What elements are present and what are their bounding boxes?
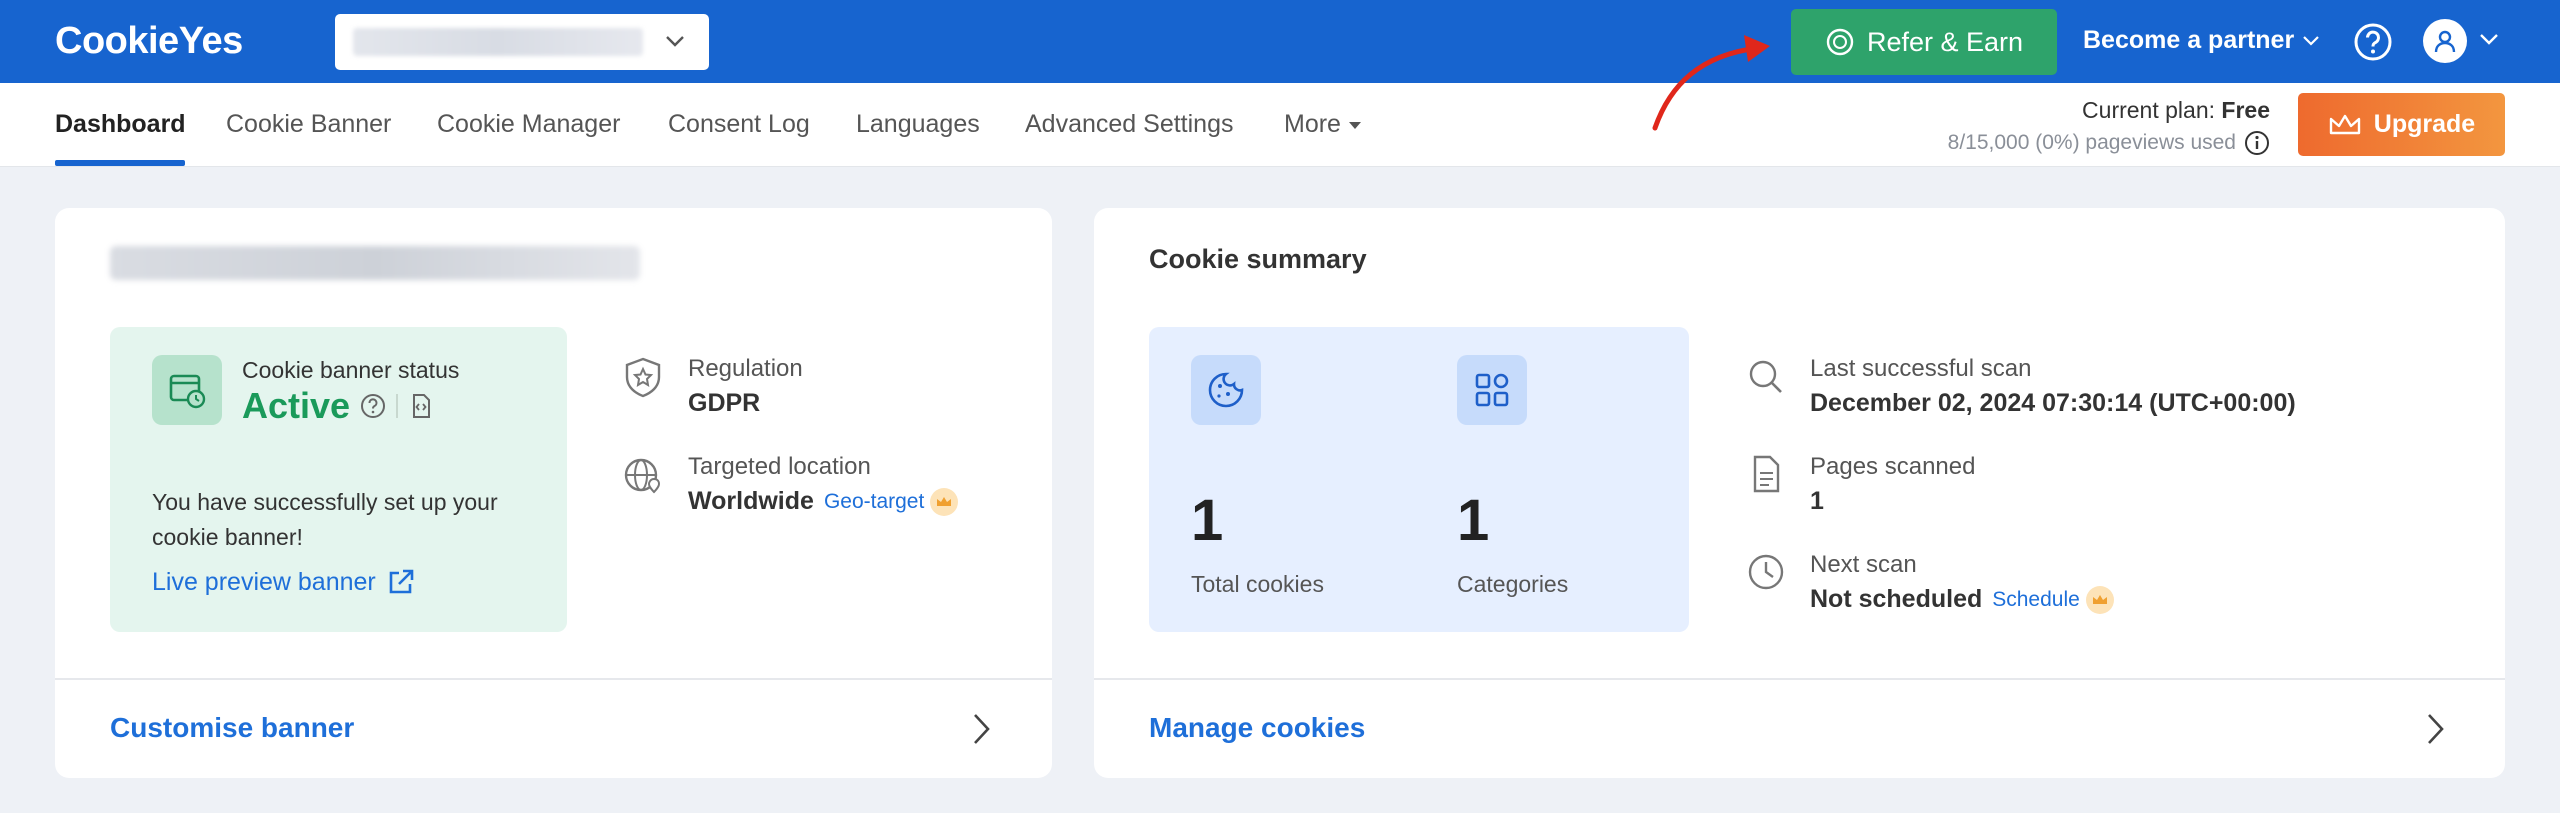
- pageviews-usage-text: 8/15,000 (0%) pageviews used: [1947, 131, 2236, 154]
- external-link-icon: [389, 569, 414, 594]
- customise-banner-link[interactable]: Customise banner: [110, 712, 354, 744]
- chevron-down-icon[interactable]: [2479, 32, 2499, 46]
- refer-and-earn-button[interactable]: Refer & Earn: [1791, 9, 2057, 75]
- chevron-down-icon: [666, 36, 684, 47]
- grid-categories-icon: [1475, 373, 1509, 407]
- last-scan-row: Last successful scan December 02, 2024 0…: [1746, 355, 2296, 418]
- current-plan-name: Free: [2221, 97, 2270, 123]
- targeted-location-row: Targeted location Worldwide Geo-target: [622, 453, 959, 516]
- targeted-location-value: Worldwide Geo-target: [688, 487, 959, 516]
- website-selector[interactable]: [335, 14, 709, 70]
- next-scan-row: Next scan Not scheduled Schedule: [1746, 551, 2114, 614]
- geo-target-link[interactable]: Geo-target: [823, 487, 959, 516]
- current-plan-line: Current plan: Free: [1860, 97, 2270, 124]
- schedule-label: Schedule: [1992, 587, 2080, 611]
- user-avatar[interactable]: [2423, 19, 2467, 63]
- browser-clock-icon: [169, 374, 206, 409]
- upgrade-label: Upgrade: [2373, 110, 2476, 138]
- cookie-stats-panel: 1 Total cookies 1 Categories: [1149, 327, 1689, 632]
- help-icon[interactable]: [2353, 22, 2393, 62]
- banner-status-icon-box: [152, 355, 222, 425]
- document-icon: [1753, 455, 1780, 493]
- cookie-icon-box: [1191, 355, 1261, 425]
- targeted-location-label: Targeted location: [688, 453, 871, 480]
- chevron-right-icon[interactable]: [2424, 711, 2448, 747]
- live-preview-banner-label: Live preview banner: [152, 567, 376, 596]
- regulation-value: GDPR: [688, 389, 761, 417]
- become-partner-label: Become a partner: [2083, 26, 2295, 54]
- banner-status-label: Cookie banner status: [242, 357, 460, 383]
- categories-value: 1: [1457, 488, 1490, 553]
- tab-languages[interactable]: Languages: [856, 110, 980, 139]
- top-bar: CookieYes Refer & Earn Become a partner: [0, 0, 2560, 83]
- chevron-right-icon[interactable]: [970, 711, 994, 747]
- premium-crown-icon: [930, 487, 959, 516]
- cookieyes-logo[interactable]: CookieYes: [55, 20, 243, 63]
- tab-dashboard[interactable]: Dashboard: [55, 110, 186, 139]
- geo-target-label: Geo-target: [823, 489, 925, 513]
- manage-cookies-link[interactable]: Manage cookies: [1149, 712, 1365, 744]
- last-scan-value: December 02, 2024 07:30:14 (UTC+00:00): [1810, 389, 2296, 417]
- website-name-redacted: [353, 28, 643, 56]
- cookie-summary-card: Cookie summary 1 Total cookies 1 Categor…: [1094, 208, 2505, 778]
- tab-consent-log[interactable]: Consent Log: [668, 110, 810, 139]
- current-plan-label: Current plan:: [2082, 97, 2222, 123]
- next-scan-text: Not scheduled: [1810, 585, 1983, 613]
- shield-star-icon: [625, 357, 661, 398]
- categories-icon-box: [1457, 355, 1527, 425]
- upgrade-button[interactable]: Upgrade: [2298, 93, 2505, 156]
- gift-coin-icon: [1826, 28, 1854, 56]
- card-divider: [1094, 678, 2505, 680]
- pages-scanned-row: Pages scanned 1: [1746, 453, 1975, 516]
- pages-scanned-label: Pages scanned: [1810, 453, 1976, 480]
- total-cookies-label: Total cookies: [1191, 571, 1324, 597]
- user-icon: [2434, 30, 2456, 53]
- clock-icon: [1748, 554, 1784, 590]
- cookie-icon: [1208, 372, 1244, 408]
- info-icon[interactable]: [2244, 130, 2270, 156]
- search-icon: [1749, 360, 1782, 393]
- targeted-location-text: Worldwide: [688, 487, 814, 515]
- pageviews-usage: 8/15,000 (0%) pageviews used: [1860, 130, 2270, 156]
- schedule-link[interactable]: Schedule: [1992, 585, 2114, 614]
- question-circle-icon[interactable]: [360, 393, 386, 419]
- next-scan-value: Not scheduled Schedule: [1810, 585, 2114, 614]
- total-cookies-value: 1: [1191, 488, 1224, 553]
- banner-status-text: Active: [242, 385, 351, 426]
- chevron-down-icon: [2303, 35, 2319, 46]
- tab-advanced-settings[interactable]: Advanced Settings: [1025, 110, 1233, 139]
- regulation-label: Regulation: [688, 355, 803, 382]
- categories-label: Categories: [1457, 571, 1569, 597]
- crown-icon: [2329, 114, 2360, 134]
- premium-crown-icon: [2085, 585, 2114, 614]
- refer-and-earn-label: Refer & Earn: [1866, 26, 2024, 57]
- banner-setup-message: You have successfully set up your cookie…: [152, 489, 498, 550]
- banner-status-value: Active: [242, 385, 434, 427]
- tab-more-label: More: [1284, 110, 1341, 138]
- current-plan-info: Current plan: Free 8/15,000 (0%) pagevie…: [1860, 97, 2270, 156]
- tab-more[interactable]: More: [1284, 110, 1361, 139]
- last-scan-label: Last successful scan: [1810, 355, 2032, 382]
- tab-cookie-banner[interactable]: Cookie Banner: [226, 110, 391, 139]
- globe-pin-icon: [624, 458, 661, 494]
- cookie-banner-card: Cookie banner status Active You have suc…: [55, 208, 1052, 778]
- separator: [396, 394, 399, 418]
- code-file-icon[interactable]: [408, 392, 434, 420]
- tab-cookie-manager[interactable]: Cookie Manager: [437, 110, 620, 139]
- caret-down-icon: [1348, 121, 1361, 129]
- cookie-summary-title: Cookie summary: [1149, 244, 1367, 274]
- banner-status-panel: Cookie banner status Active You have suc…: [110, 327, 567, 632]
- website-url-redacted: [110, 246, 640, 280]
- active-tab-indicator: [55, 160, 185, 166]
- become-partner-menu[interactable]: Become a partner: [2083, 26, 2320, 55]
- red-arrow-annotation: [1652, 35, 1770, 131]
- next-scan-label: Next scan: [1810, 551, 1917, 578]
- regulation-row: Regulation GDPR: [622, 355, 803, 418]
- card-divider: [55, 678, 1052, 680]
- pages-scanned-value: 1: [1810, 487, 1824, 515]
- main-nav: Dashboard Cookie Banner Cookie Manager C…: [0, 83, 2560, 167]
- live-preview-banner-link[interactable]: Live preview banner: [152, 567, 416, 597]
